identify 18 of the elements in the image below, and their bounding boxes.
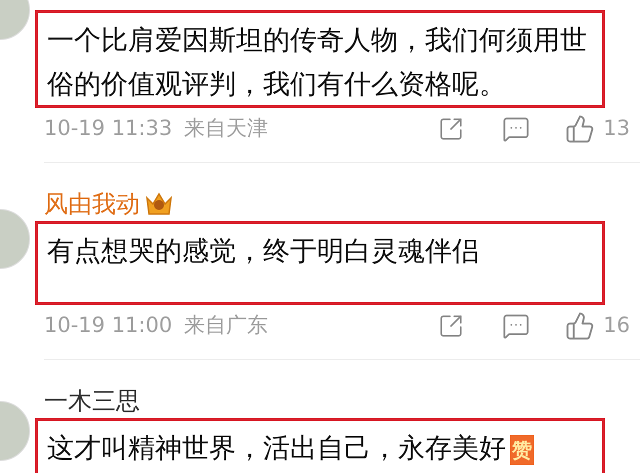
username[interactable]: 一木三思 — [44, 389, 140, 413]
comment-time: 10-19 11:33 — [44, 115, 172, 142]
emoji-sticker: 赞 — [510, 434, 534, 465]
comment-icon[interactable] — [502, 115, 530, 143]
share-icon[interactable] — [438, 116, 464, 142]
crown-badge-icon — [144, 190, 174, 218]
comment-text: 有点想哭的感觉，终于明白灵魂伴侣 — [47, 235, 480, 269]
comment-location: 来自广东 — [184, 312, 268, 340]
comment-text: 这才叫精神世界，活出自己，永存美好 赞 — [47, 432, 535, 467]
like-icon[interactable] — [565, 311, 596, 341]
comment-location: 来自天津 — [184, 115, 268, 142]
comment-icon[interactable] — [502, 312, 530, 340]
comment-text: 一个比肩爱因斯坦的传奇人物，我们何须用世俗的价值观评判，我们有什么资格呢。 — [47, 24, 588, 102]
like-count: 13 — [603, 115, 630, 142]
like-icon[interactable] — [565, 114, 596, 144]
comment-time: 10-19 11:00 — [44, 312, 172, 340]
share-icon[interactable] — [438, 313, 464, 339]
like-count: 16 — [603, 312, 630, 340]
